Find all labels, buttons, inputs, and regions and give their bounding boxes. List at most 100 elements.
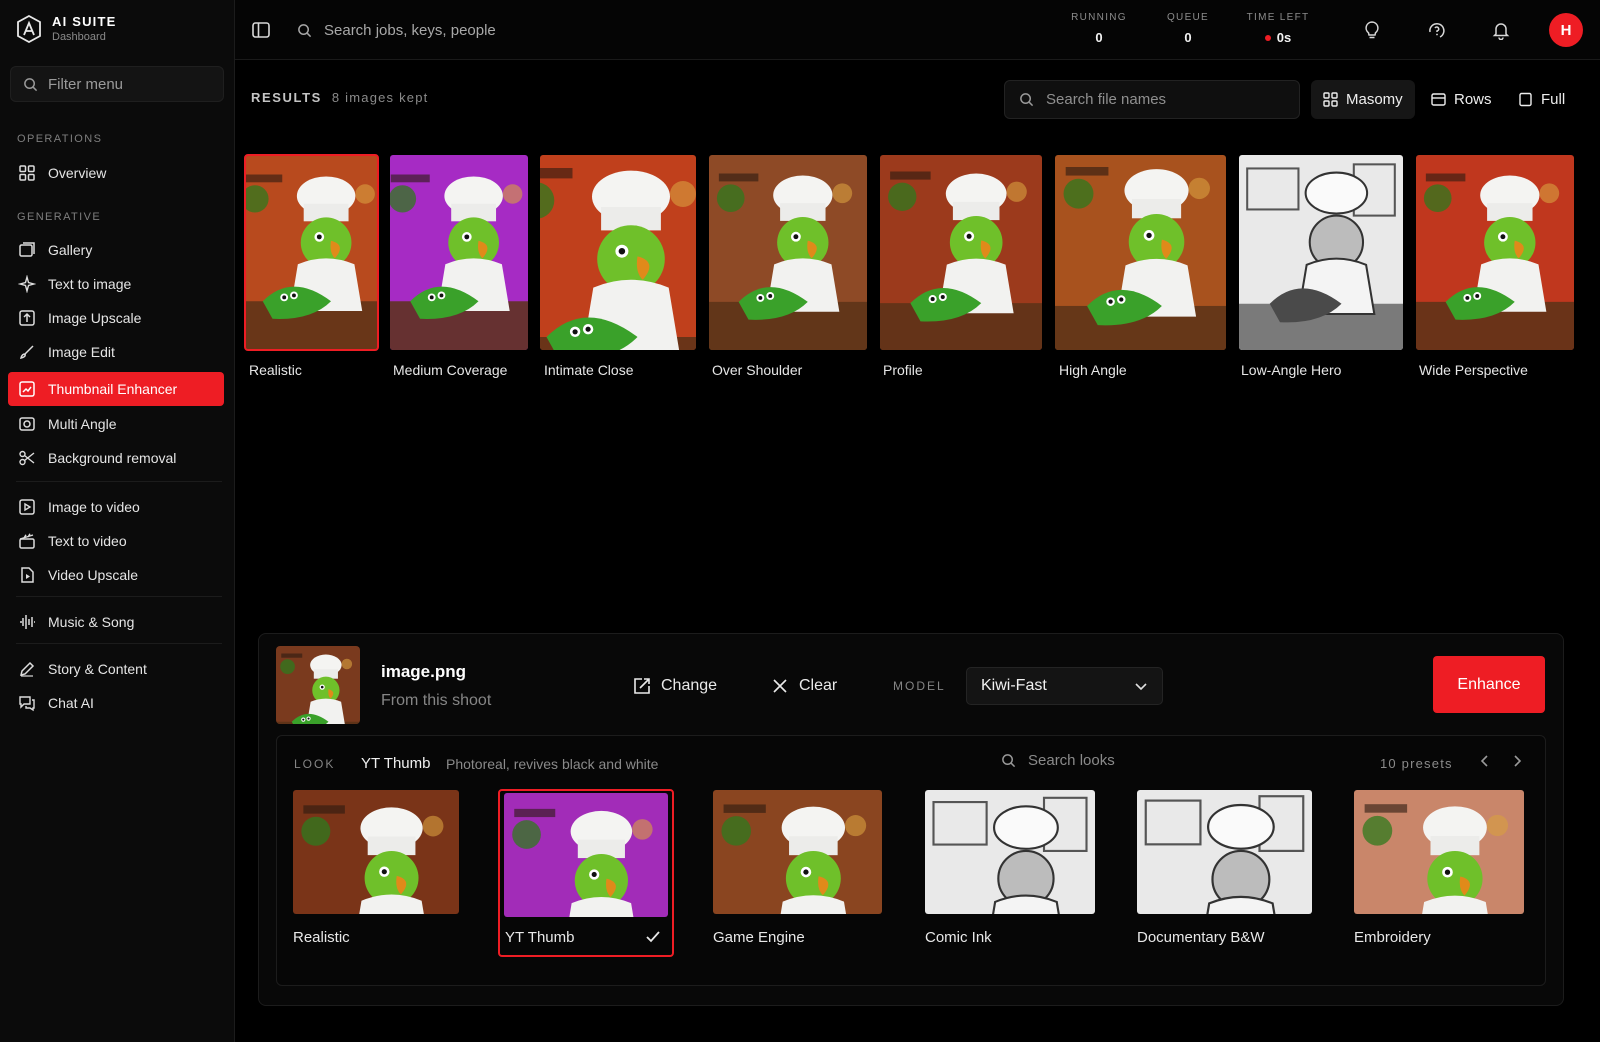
- chef-parrot-image: [390, 155, 528, 350]
- chef-parrot-image: [504, 793, 668, 917]
- upscale-icon: [19, 310, 35, 326]
- lightbulb-icon[interactable]: [1362, 20, 1382, 40]
- search-icon: [298, 23, 312, 37]
- view-masonry-button[interactable]: Masomy: [1311, 80, 1415, 119]
- sidebar-item-label: Thumbnail Enhancer: [48, 381, 178, 397]
- image-video-icon: [19, 499, 35, 515]
- sidebar-item-image-upscale[interactable]: Image Upscale: [8, 301, 224, 335]
- sidebar-divider: [16, 643, 222, 644]
- preset-label: YT Thumb: [505, 929, 575, 946]
- sidebar-toggle-icon[interactable]: [251, 20, 271, 40]
- pen-icon: [19, 661, 35, 677]
- results-label: RESULTS: [251, 90, 322, 105]
- gallery-thumb-realistic[interactable]: [244, 154, 379, 351]
- sidebar-item-label: Image Edit: [48, 344, 115, 360]
- sidebar-item-gallery[interactable]: Gallery: [8, 233, 224, 267]
- enhance-button[interactable]: Enhance: [1433, 656, 1545, 713]
- model-label: MODEL: [893, 679, 946, 693]
- gallery-thumb-high-angle[interactable]: [1055, 155, 1226, 350]
- gallery-icon: [19, 242, 35, 257]
- rows-icon: [1431, 93, 1446, 106]
- section-label-operations: OPERATIONS: [17, 133, 103, 145]
- sidebar-item-overview[interactable]: Overview: [8, 156, 224, 190]
- gallery-thumb-intimate-close[interactable]: [540, 155, 696, 350]
- sidebar-divider: [16, 596, 222, 597]
- chef-parrot-image: [293, 790, 459, 914]
- gallery-thumb-label: Intimate Close: [544, 362, 634, 378]
- gallery-thumb-over-shoulder[interactable]: [709, 155, 867, 350]
- view-rows-button[interactable]: Rows: [1419, 80, 1504, 119]
- gallery-thumb-medium-coverage[interactable]: [390, 155, 528, 350]
- brand-logo-icon: [17, 14, 41, 43]
- sidebar-item-multi-angle[interactable]: Multi Angle: [8, 407, 224, 441]
- stat-time-left-value: 0s: [1276, 30, 1292, 45]
- chevron-left-icon[interactable]: [1478, 754, 1492, 768]
- file-source: From this shoot: [381, 692, 492, 709]
- gallery-thumb-label: Medium Coverage: [393, 362, 508, 378]
- clear-label: Clear: [799, 677, 838, 694]
- preset-label: Documentary B&W: [1137, 929, 1265, 946]
- preset-label: Comic Ink: [925, 929, 992, 946]
- gallery-thumb-profile[interactable]: [880, 155, 1042, 350]
- presets-count: 10 presets: [1380, 756, 1453, 771]
- external-edit-icon: [634, 678, 650, 694]
- support-icon[interactable]: [1427, 20, 1447, 40]
- change-button[interactable]: Change: [633, 673, 717, 699]
- sidebar-divider: [16, 481, 222, 482]
- results-header: RESULTS 8 images kept: [251, 90, 428, 105]
- sidebar-item-label: Story & Content: [48, 661, 147, 677]
- section-label-generative: GENERATIVE: [17, 211, 102, 223]
- sidebar-item-image-edit[interactable]: Image Edit: [8, 335, 224, 369]
- look-name: YT Thumb: [361, 755, 431, 772]
- sidebar-item-chat-ai[interactable]: Chat AI: [8, 686, 224, 720]
- gallery-thumb-label: Wide Perspective: [1419, 362, 1528, 378]
- sidebar-item-label: Overview: [48, 165, 107, 181]
- sidebar-item-image-to-video[interactable]: Image to video: [8, 490, 224, 524]
- sidebar-item-text-to-image[interactable]: Text to image: [8, 267, 224, 301]
- clear-button[interactable]: Clear: [771, 673, 837, 699]
- view-masonry-label: Masomy: [1346, 91, 1403, 108]
- sidebar-item-background-removal[interactable]: Background removal: [8, 441, 224, 475]
- brand[interactable]: AI SUITE Dashboard: [16, 14, 117, 43]
- avatar[interactable]: H: [1549, 13, 1583, 47]
- sidebar-item-text-to-video[interactable]: Text to video: [8, 524, 224, 558]
- view-full-button[interactable]: Full: [1506, 80, 1577, 119]
- full-icon: [1519, 92, 1532, 107]
- gallery-thumb-wide-perspective[interactable]: [1416, 155, 1574, 350]
- model-select[interactable]: Kiwi-Fast: [966, 667, 1163, 705]
- chef-parrot-image: [1354, 790, 1524, 914]
- gallery-thumb-low-angle-hero[interactable]: [1239, 155, 1403, 350]
- gallery-thumb-label: Realistic: [249, 362, 302, 378]
- chevron-right-icon[interactable]: [1510, 754, 1524, 768]
- sidebar-item-label: Music & Song: [48, 614, 135, 630]
- stat-time-left: TIME LEFT 0s: [1244, 12, 1312, 45]
- gallery-thumb-label: Over Shoulder: [712, 362, 803, 378]
- view-full-label: Full: [1541, 91, 1566, 108]
- brush-icon: [19, 345, 34, 359]
- grid-icon: [19, 165, 35, 181]
- video-upscale-icon: [21, 567, 34, 583]
- chef-parrot-bw-image: [1239, 155, 1403, 350]
- close-icon: [773, 679, 787, 693]
- grid-icon: [1323, 92, 1338, 107]
- search-icon: [1020, 93, 1034, 107]
- sidebar-item-music-song[interactable]: Music & Song: [8, 605, 224, 639]
- file-search-input[interactable]: Search file names: [1004, 80, 1300, 119]
- sidebar-item-video-upscale[interactable]: Video Upscale: [8, 558, 224, 592]
- sidebar-item-label: Image Upscale: [48, 310, 142, 326]
- preset-label: Game Engine: [713, 929, 805, 946]
- bell-icon[interactable]: [1491, 20, 1511, 40]
- chevron-down-icon: [1135, 683, 1147, 691]
- sidebar-item-story-content[interactable]: Story & Content: [8, 652, 224, 686]
- sidebar-item-label: Gallery: [48, 242, 93, 258]
- preset-label: Realistic: [293, 929, 350, 946]
- source-image-thumb: [276, 646, 360, 724]
- look-search-placeholder: Search looks: [1028, 752, 1115, 769]
- stat-running-label: RUNNING: [1071, 12, 1127, 23]
- brand-subtitle: Dashboard: [52, 31, 106, 43]
- top-search-input[interactable]: Search jobs, keys, people: [291, 12, 591, 48]
- look-search-input[interactable]: Search looks: [1001, 752, 1115, 769]
- sidebar-item-thumbnail-enhancer[interactable]: Thumbnail Enhancer: [8, 372, 224, 406]
- filter-menu-input[interactable]: Filter menu: [10, 66, 224, 102]
- file-name: image.png: [381, 662, 467, 681]
